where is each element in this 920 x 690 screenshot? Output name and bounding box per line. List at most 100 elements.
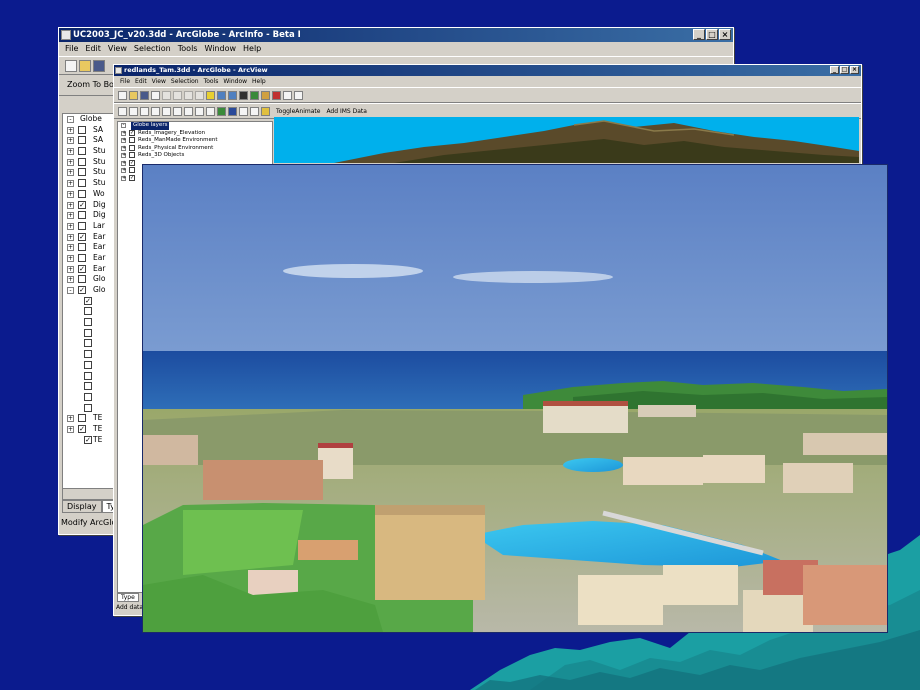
arcinfo-title-bar[interactable]: UC2003_JC_v20.3dd - ArcGlobe - ArcInfo -… [59, 28, 733, 42]
animate-icon[interactable] [261, 106, 270, 116]
toc-layer-row[interactable]: + Ear [63, 253, 119, 264]
close-button[interactable]: × [850, 66, 859, 74]
toc-layer-row[interactable]: + Stu [63, 167, 119, 178]
toc-layer-row[interactable]: + ✓ Ear [63, 232, 119, 243]
layer-visibility-checkbox[interactable] [78, 211, 86, 220]
toggle-animate-button[interactable]: ToggleAnimate [276, 108, 320, 115]
expand-icon[interactable]: + [67, 180, 74, 188]
expand-icon[interactable]: + [67, 254, 74, 262]
expand-icon[interactable]: + [67, 201, 74, 209]
layer-visibility-checkbox[interactable]: ✓ [84, 296, 92, 305]
layer-visibility-checkbox[interactable] [78, 243, 86, 252]
layer-visibility-checkbox[interactable] [78, 157, 86, 166]
menu-tools[interactable]: Tools [178, 42, 198, 56]
menu-view[interactable]: View [108, 42, 127, 56]
expand-icon[interactable]: + [67, 276, 74, 284]
edit-icon[interactable] [261, 90, 270, 100]
add-ims-data-button[interactable]: Add IMS Data [326, 108, 367, 115]
new-document-icon[interactable] [65, 59, 77, 72]
center-icon[interactable] [162, 106, 171, 116]
toc-layer-row[interactable]: + Stu [63, 146, 119, 157]
open-folder-icon[interactable] [129, 90, 138, 100]
layer-visibility-checkbox[interactable] [84, 403, 92, 412]
toc-layer-row[interactable] [63, 403, 119, 414]
layer-visibility-checkbox[interactable] [78, 147, 86, 156]
toc-layer-row[interactable]: + Dig [63, 210, 119, 221]
layer-visibility-checkbox[interactable]: ✓ [78, 200, 86, 209]
horizontal-scrollbar[interactable] [63, 488, 119, 499]
expand-icon[interactable]: + [67, 222, 74, 230]
toc-layer-row[interactable]: + ✓ Reds_Imagery_Elevation [118, 129, 272, 138]
expand-icon[interactable]: + [67, 415, 74, 423]
tab-type[interactable]: Type [117, 593, 139, 602]
menu-selection[interactable]: Selection [134, 42, 171, 56]
layer-visibility-checkbox[interactable] [78, 136, 86, 145]
toc-layer-row[interactable]: + SA [63, 135, 119, 146]
globe-icon[interactable] [250, 90, 259, 100]
expand-icon[interactable]: + [121, 175, 126, 181]
expand-icon[interactable]: + [121, 160, 126, 166]
expand-icon[interactable]: + [67, 244, 74, 252]
expand-icon[interactable]: + [121, 138, 126, 143]
toc-layer-row[interactable] [63, 381, 119, 392]
layer-visibility-checkbox[interactable] [84, 339, 92, 348]
fly-icon[interactable] [129, 106, 138, 116]
layer-visibility-checkbox[interactable] [84, 318, 92, 327]
toc-layer-row[interactable] [63, 360, 119, 371]
expand-icon[interactable]: + [67, 212, 74, 220]
layer-visibility-checkbox[interactable] [84, 350, 92, 359]
minimize-button[interactable]: _ [830, 66, 839, 74]
close-button[interactable]: × [719, 29, 731, 40]
collapse-icon[interactable]: - [121, 123, 126, 128]
toc-layer-row[interactable] [63, 328, 119, 339]
layer-visibility-checkbox[interactable] [78, 414, 86, 423]
open-folder-icon[interactable] [79, 59, 91, 72]
expand-icon[interactable]: + [121, 145, 126, 151]
new-document-icon[interactable] [118, 90, 127, 100]
layer-visibility-checkbox[interactable] [84, 307, 92, 316]
layer-visibility-checkbox[interactable]: ✓ [78, 264, 86, 273]
toc-layer-row[interactable]: + ✓ Dig [63, 200, 119, 211]
toc-layer-row[interactable]: + ✓ Ear [63, 264, 119, 275]
toc-layer-row[interactable]: + Glo [63, 274, 119, 285]
expand-icon[interactable]: + [67, 265, 74, 273]
toc-layer-row[interactable] [63, 306, 119, 317]
toc-layer-row[interactable]: + Wo [63, 189, 119, 200]
save-icon[interactable] [140, 90, 149, 100]
layer-visibility-checkbox[interactable] [129, 144, 135, 151]
menu-view[interactable]: View [152, 76, 166, 87]
minimize-button[interactable]: _ [693, 29, 705, 40]
layer-visibility-checkbox[interactable] [84, 371, 92, 380]
expand-icon[interactable]: + [67, 158, 74, 166]
layer-icon[interactable] [239, 90, 248, 100]
arcview-title-bar[interactable]: redlands_Tam.3dd - ArcGlobe - ArcView _ … [114, 65, 861, 76]
layer-visibility-checkbox[interactable] [78, 189, 86, 198]
toc-layer-row[interactable]: - Globe [63, 114, 119, 125]
layer-visibility-checkbox[interactable] [84, 360, 92, 369]
layer-visibility-checkbox[interactable]: ✓ [78, 232, 86, 241]
info-icon[interactable] [228, 106, 237, 116]
find-icon[interactable] [239, 106, 248, 116]
menu-tools[interactable]: Tools [204, 76, 219, 87]
toc-layer-row[interactable] [63, 371, 119, 382]
measure-icon[interactable] [250, 106, 259, 116]
layer-visibility-checkbox[interactable] [84, 382, 92, 391]
menu-file[interactable]: File [65, 42, 78, 56]
arcview-globe-view[interactable] [274, 117, 859, 163]
add-data-icon[interactable] [206, 90, 215, 100]
expand-icon[interactable]: + [67, 233, 74, 241]
layer-visibility-checkbox[interactable]: ✓ [78, 424, 86, 433]
layer-visibility-checkbox[interactable] [129, 167, 135, 173]
delete-icon[interactable] [195, 90, 204, 100]
toc-layer-row[interactable]: - ✓ Glo [63, 285, 119, 296]
menu-help[interactable]: Help [243, 42, 261, 56]
full-extent-icon[interactable] [184, 106, 193, 116]
layer-visibility-checkbox[interactable] [129, 137, 135, 143]
globe-view-icon[interactable] [217, 106, 226, 116]
toc-layer-row[interactable]: + Stu [63, 178, 119, 189]
layer-visibility-checkbox[interactable]: ✓ [129, 159, 135, 166]
toc-layer-row[interactable]: + Lar [63, 221, 119, 232]
toc-layer-row[interactable]: - Globe layers [118, 122, 272, 130]
pan-icon[interactable] [195, 106, 204, 116]
expand-icon[interactable]: + [121, 153, 126, 158]
